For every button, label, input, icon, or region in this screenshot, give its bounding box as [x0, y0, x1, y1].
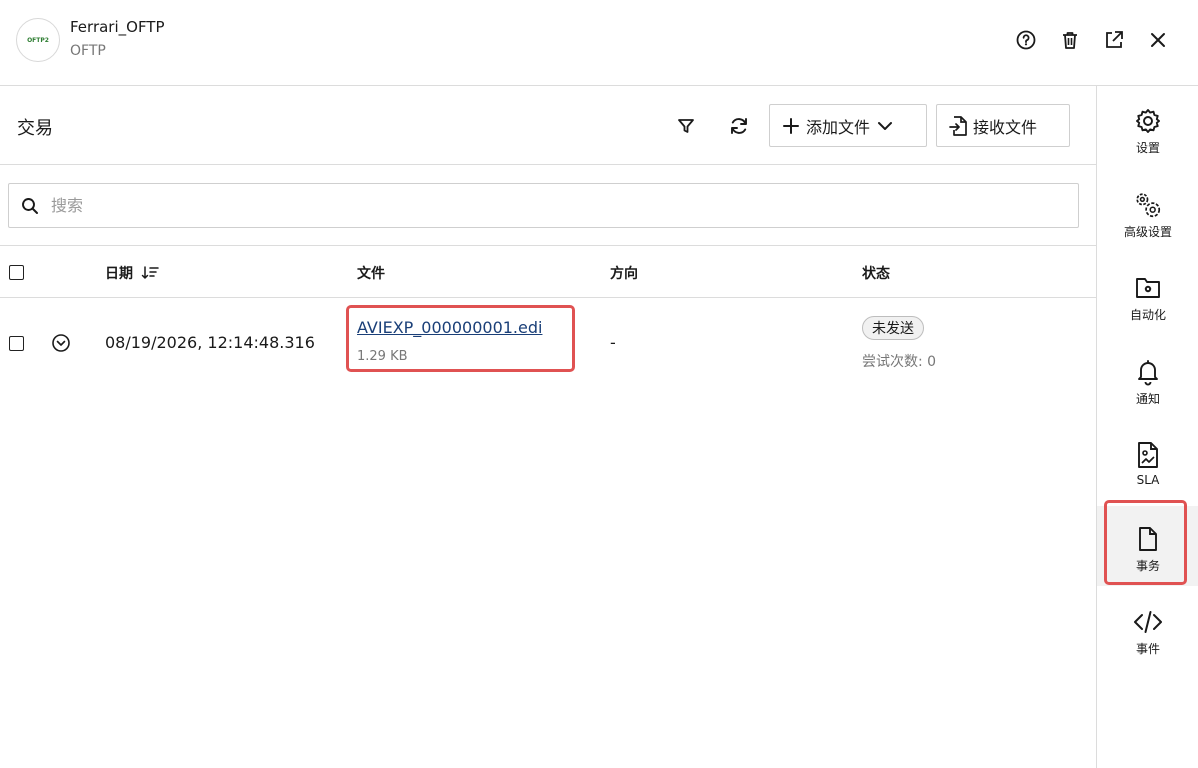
column-date-label: 日期: [105, 266, 133, 282]
search-box: [8, 183, 1079, 228]
nav-item-events[interactable]: 事件: [1097, 589, 1198, 669]
section-title: 交易: [17, 118, 53, 139]
logo-text: OFTP2: [27, 36, 49, 44]
close-icon[interactable]: [1146, 28, 1170, 52]
sla-document-icon: [1133, 440, 1163, 470]
column-direction-header: 方向: [610, 266, 638, 282]
nav-item-settings[interactable]: 设置: [1097, 88, 1198, 168]
app-subtitle: OFTP: [70, 43, 106, 59]
refresh-icon[interactable]: [727, 114, 751, 138]
gears-icon: [1133, 190, 1163, 220]
nav-label-settings: 设置: [1135, 141, 1160, 155]
table-row[interactable]: 08/19/2026, 12:14:48.316 AVIEXP_00000000…: [0, 299, 1096, 387]
attempts-count: 尝试次数: 0: [862, 354, 937, 370]
search-input[interactable]: [51, 196, 951, 215]
receive-file-label: 接收文件: [973, 117, 1038, 137]
nav-item-notifications[interactable]: 通知: [1097, 339, 1198, 419]
nav-label-automation: 自动化: [1129, 308, 1166, 322]
chevron-down-icon: [878, 121, 893, 130]
nav-item-automation[interactable]: 自动化: [1097, 255, 1198, 335]
toolbar: 交易 添加文件 接收文件: [0, 86, 1096, 165]
transactions-panel: 交易 添加文件 接收文件 日期 文件 方向 状态: [0, 86, 1096, 768]
file-size: 1.29 KB: [357, 349, 408, 364]
select-all-checkbox[interactable]: [9, 265, 24, 280]
app-title: Ferrari_OFTP: [70, 18, 165, 36]
app-header: OFTP2 Ferrari_OFTP OFTP: [0, 0, 1198, 86]
trash-icon[interactable]: [1058, 28, 1082, 52]
column-date-header[interactable]: 日期: [105, 263, 159, 283]
nav-highlight-box: [1104, 500, 1187, 585]
column-status-header: 状态: [862, 266, 890, 282]
help-icon[interactable]: [1014, 28, 1038, 52]
receive-file-button[interactable]: 接收文件: [936, 104, 1070, 147]
row-date: 08/19/2026, 12:14:48.316: [105, 333, 315, 352]
oftp-logo: OFTP2: [16, 18, 60, 62]
nav-label-advanced-settings: 高级设置: [1123, 225, 1172, 239]
search-icon: [22, 197, 38, 214]
column-file-header: 文件: [357, 266, 385, 282]
status-badge: 未发送: [862, 316, 924, 340]
folder-gear-icon: [1133, 273, 1163, 303]
table-header: 日期 文件 方向 状态: [0, 245, 1096, 298]
plus-icon: [783, 117, 799, 134]
add-file-label: 添加文件: [806, 117, 871, 137]
nav-item-sla[interactable]: SLA: [1097, 422, 1198, 502]
nav-label-notifications: 通知: [1135, 392, 1160, 406]
nav-label-sla: SLA: [1136, 473, 1160, 487]
row-direction: -: [610, 333, 616, 352]
add-file-button[interactable]: 添加文件: [769, 104, 927, 147]
sort-descending-icon[interactable]: [141, 265, 159, 281]
filter-icon[interactable]: [674, 114, 698, 138]
external-link-icon[interactable]: [1102, 28, 1126, 52]
nav-item-advanced-settings[interactable]: 高级设置: [1097, 172, 1198, 252]
bell-icon: [1133, 357, 1163, 387]
gear-icon: [1133, 106, 1163, 136]
expand-row-icon[interactable]: [51, 333, 71, 353]
file-import-icon: [949, 115, 967, 136]
file-name-link[interactable]: AVIEXP_000000001.edi: [357, 318, 542, 337]
nav-label-events: 事件: [1135, 642, 1160, 656]
side-nav: 设置 高级设置 自动化 通知 SLA 事务 事件: [1096, 86, 1198, 768]
row-checkbox[interactable]: [9, 336, 24, 351]
code-icon: [1133, 607, 1163, 637]
